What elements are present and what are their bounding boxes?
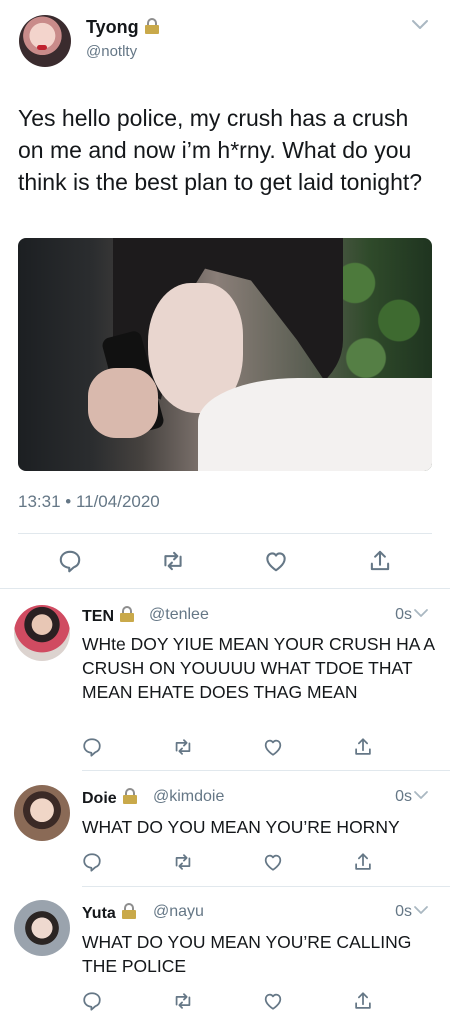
- retweet-icon[interactable]: [172, 990, 194, 1012]
- reply-author-name[interactable]: Doie: [82, 788, 137, 808]
- lock-icon: [122, 788, 137, 804]
- reply-time: 0s: [395, 606, 412, 623]
- like-icon[interactable]: [262, 736, 284, 758]
- reply-icon[interactable]: [81, 736, 103, 758]
- reply-author-name-text[interactable]: Yuta: [82, 905, 116, 922]
- avatar[interactable]: [14, 605, 70, 661]
- divider: [18, 533, 432, 534]
- main-tweet: Tyong @notlty Yes hello police, my crush…: [0, 0, 450, 590]
- lock-icon: [121, 903, 136, 919]
- reply-text: WHte DOY YIUE MEAN YOUR CRUSH HA A CRUSH…: [82, 634, 435, 702]
- avatar[interactable]: [14, 785, 70, 841]
- reply-author-name-text[interactable]: TEN: [82, 608, 114, 625]
- reply-item[interactable]: TEN @tenlee 0s WHte DOY YIUE MEAN YOUR C…: [0, 590, 450, 771]
- reply-author-handle[interactable]: @kimdoie: [153, 788, 224, 806]
- reply-actions: [0, 736, 450, 766]
- reply-author-handle[interactable]: @tenlee: [149, 606, 209, 624]
- reply-time: 0s: [395, 788, 412, 805]
- reply-author-handle[interactable]: @nayu: [153, 903, 204, 921]
- share-icon[interactable]: [352, 851, 374, 873]
- reply-icon[interactable]: [81, 851, 103, 873]
- reply-item[interactable]: Yuta @nayu 0s WHAT DO YOU MEAN YOU’RE CA…: [0, 887, 450, 1024]
- share-icon[interactable]: [367, 548, 393, 574]
- avatar[interactable]: [14, 900, 70, 956]
- divider: [0, 588, 450, 589]
- lock-icon: [120, 606, 134, 622]
- author-name[interactable]: Tyong: [86, 17, 159, 38]
- reply-icon[interactable]: [57, 548, 83, 574]
- tweet-image[interactable]: [18, 238, 432, 471]
- lock-icon: [144, 18, 159, 34]
- chevron-down-icon[interactable]: [413, 787, 429, 803]
- reply-item[interactable]: Doie @kimdoie 0s WHAT DO YOU MEAN YOU’RE…: [0, 771, 450, 887]
- like-icon[interactable]: [262, 990, 284, 1012]
- reply-text: WHAT DO YOU MEAN YOU’RE HORNY: [82, 817, 400, 837]
- retweet-icon[interactable]: [172, 851, 194, 873]
- reply-author-name-text[interactable]: Doie: [82, 790, 117, 807]
- reply-actions: [0, 851, 450, 881]
- author-handle[interactable]: @notlty: [86, 43, 137, 60]
- chevron-down-icon[interactable]: [413, 605, 429, 621]
- chevron-down-icon[interactable]: [410, 14, 430, 34]
- chevron-down-icon[interactable]: [413, 902, 429, 918]
- author-avatar[interactable]: [19, 15, 71, 67]
- reply-text: WHAT DO YOU MEAN YOU’RE CALLING THE POLI…: [82, 932, 412, 976]
- retweet-icon[interactable]: [172, 736, 194, 758]
- reply-author-name[interactable]: Yuta: [82, 903, 136, 923]
- tweet-text: Yes hello police, my crush has a crush o…: [18, 105, 423, 195]
- reply-author-name[interactable]: TEN: [82, 606, 134, 626]
- tweet-timestamp[interactable]: 13:31 • 11/04/2020: [18, 492, 160, 512]
- share-icon[interactable]: [352, 990, 374, 1012]
- retweet-icon[interactable]: [160, 548, 186, 574]
- reply-actions: [0, 990, 450, 1020]
- reply-time: 0s: [395, 903, 412, 920]
- like-icon[interactable]: [262, 851, 284, 873]
- tweet-actions: [0, 548, 450, 578]
- reply-icon[interactable]: [81, 990, 103, 1012]
- share-icon[interactable]: [352, 736, 374, 758]
- like-icon[interactable]: [263, 548, 289, 574]
- author-name-text[interactable]: Tyong: [86, 17, 139, 37]
